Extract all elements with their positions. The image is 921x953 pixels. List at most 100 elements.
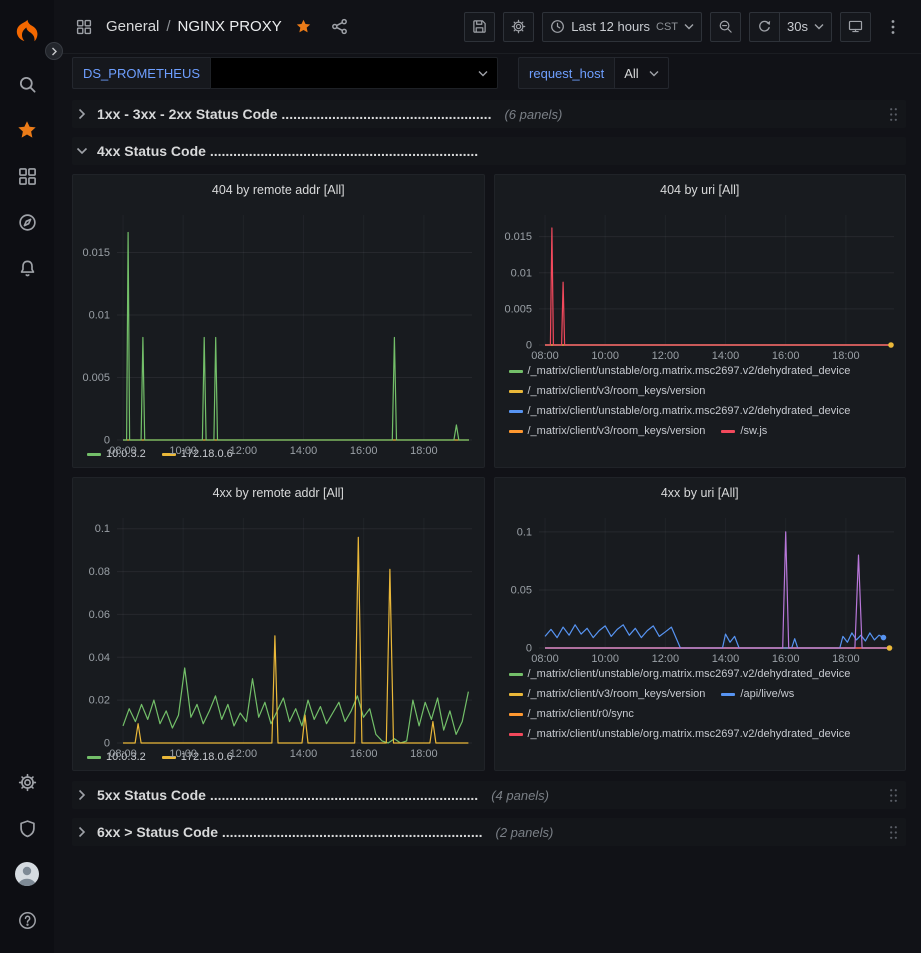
search-icon xyxy=(18,75,37,94)
row-4xx-status-code[interactable]: 4xx Status Code ........................… xyxy=(72,137,906,165)
variable-label-datasource: DS_PROMETHEUS xyxy=(72,57,210,89)
chevron-right-icon xyxy=(51,47,58,56)
navbar-actions: Last 12 hours CST 30s xyxy=(464,12,907,42)
share-dashboard-button[interactable] xyxy=(326,13,354,41)
legend-series-label: /_matrix/client/v3/room_keys/version xyxy=(528,688,706,700)
svg-text:18:00: 18:00 xyxy=(832,653,860,665)
svg-text:0.01: 0.01 xyxy=(510,267,531,279)
svg-text:10:00: 10:00 xyxy=(169,748,197,760)
legend-series-label: /_matrix/client/unstable/org.matrix.msc2… xyxy=(528,405,851,417)
legend-item[interactable]: /_matrix/client/r0/sync xyxy=(509,708,634,720)
sidebar-item-help[interactable] xyxy=(5,898,49,942)
timeseries-chart[interactable]: 08:0010:0012:0014:0016:0018:0000.0050.01… xyxy=(73,205,484,446)
panel-title: 4xx by uri [All] xyxy=(661,486,739,500)
grafana-flame-icon xyxy=(14,18,41,45)
legend-item[interactable]: /_matrix/client/unstable/org.matrix.msc2… xyxy=(509,668,851,680)
dashboard-settings-button[interactable] xyxy=(503,12,534,42)
breadcrumb-folder[interactable]: General xyxy=(106,18,159,35)
panel-title-bar[interactable]: 404 by uri [All] xyxy=(495,175,906,205)
svg-text:18:00: 18:00 xyxy=(832,350,860,362)
row-1xx-3xx-2xx-status-code[interactable]: 1xx - 3xx - 2xx Status Code ............… xyxy=(72,100,906,128)
legend-series-swatch xyxy=(509,693,523,696)
sidebar-item-explore[interactable] xyxy=(5,200,49,244)
svg-text:10:00: 10:00 xyxy=(591,350,619,362)
favorite-star-button[interactable] xyxy=(290,13,318,41)
row-5xx-status-code[interactable]: 5xx Status Code ........................… xyxy=(72,781,906,809)
timeseries-chart[interactable]: 08:0010:0012:0014:0016:0018:0000.050.1 xyxy=(495,508,906,666)
row-title: 1xx - 3xx - 2xx Status Code ............… xyxy=(97,106,491,122)
sidebar-item-dashboards[interactable] xyxy=(5,154,49,198)
variables-bar: DS_PROMETHEUS request_host All xyxy=(54,54,921,94)
legend-series-label: /_matrix/client/unstable/org.matrix.msc2… xyxy=(528,668,851,680)
legend-series-swatch xyxy=(509,673,523,676)
timezone-label: CST xyxy=(656,21,678,33)
sidebar-item-search[interactable] xyxy=(5,62,49,106)
sidebar-item-configuration[interactable] xyxy=(5,760,49,804)
legend-series-label: /_matrix/client/r0/sync xyxy=(528,708,634,720)
gear-icon xyxy=(18,773,37,792)
timeseries-chart[interactable]: 08:0010:0012:0014:0016:0018:0000.020.040… xyxy=(73,508,484,749)
legend-item[interactable]: /_matrix/client/unstable/org.matrix.msc2… xyxy=(509,405,851,417)
legend-item[interactable]: /sw.js xyxy=(721,425,767,437)
legend-item[interactable]: /_matrix/client/v3/room_keys/version xyxy=(509,425,706,437)
svg-text:12:00: 12:00 xyxy=(230,445,258,457)
refresh-interval-dropdown[interactable]: 30s xyxy=(779,12,832,42)
request-host-variable: request_host All xyxy=(518,57,669,89)
legend-series-label: /_matrix/client/unstable/org.matrix.msc2… xyxy=(528,365,851,377)
kebab-menu-button[interactable] xyxy=(879,13,907,41)
sidebar-item-profile[interactable] xyxy=(5,852,49,896)
panel-title-bar[interactable]: 4xx by remote addr [All] xyxy=(73,478,484,508)
breadcrumb: General / NGINX PROXY xyxy=(106,18,282,35)
panel-title-bar[interactable]: 4xx by uri [All] xyxy=(495,478,906,508)
cycle-view-mode-button[interactable] xyxy=(840,12,871,42)
zoom-out-button[interactable] xyxy=(710,12,741,42)
request-host-picker[interactable]: All xyxy=(614,57,668,89)
grafana-logo[interactable] xyxy=(5,9,49,53)
chevron-down-icon xyxy=(478,70,488,77)
svg-text:0.01: 0.01 xyxy=(89,310,110,322)
svg-text:0: 0 xyxy=(104,435,110,447)
panel-title-bar[interactable]: 404 by remote addr [All] xyxy=(73,175,484,205)
gear-icon xyxy=(511,19,526,34)
grafana-app: General / NGINX PROXY Last 12 hours xyxy=(0,0,921,953)
row-6xx-status-code[interactable]: 6xx > Status Code ......................… xyxy=(72,818,906,846)
panel-legend: /_matrix/client/unstable/org.matrix.msc2… xyxy=(495,363,906,467)
sidebar-item-alerting[interactable] xyxy=(5,246,49,290)
star-filled-icon xyxy=(295,18,312,35)
breadcrumb-separator: / xyxy=(166,18,170,35)
svg-text:12:00: 12:00 xyxy=(230,748,258,760)
timeseries-chart[interactable]: 08:0010:0012:0014:0016:0018:0000.0050.01… xyxy=(495,205,906,363)
clock-icon xyxy=(550,19,565,34)
legend-item[interactable]: /_matrix/client/v3/room_keys/version xyxy=(509,385,706,397)
svg-text:12:00: 12:00 xyxy=(651,653,679,665)
datasource-variable: DS_PROMETHEUS xyxy=(72,57,498,89)
svg-text:08:00: 08:00 xyxy=(531,653,559,665)
sidebar-item-starred[interactable] xyxy=(5,108,49,152)
legend-item[interactable]: /_matrix/client/unstable/org.matrix.msc2… xyxy=(509,728,851,740)
row-drag-handle-icon[interactable] xyxy=(887,825,900,840)
refresh-interval-value: 30s xyxy=(787,19,808,34)
sidebar-item-server-admin[interactable] xyxy=(5,806,49,850)
legend-series-swatch xyxy=(721,693,735,696)
svg-text:0.1: 0.1 xyxy=(516,526,531,538)
svg-text:16:00: 16:00 xyxy=(350,445,378,457)
refresh-button[interactable] xyxy=(749,12,779,42)
svg-text:16:00: 16:00 xyxy=(350,748,378,760)
svg-text:10:00: 10:00 xyxy=(591,653,619,665)
save-dashboard-button[interactable] xyxy=(464,12,495,42)
datasource-picker[interactable] xyxy=(210,57,498,89)
time-range-picker[interactable]: Last 12 hours CST xyxy=(542,12,702,42)
panel-404-by-remote-addr: 404 by remote addr [All] 08:0010:0012:00… xyxy=(72,174,485,468)
svg-text:0.005: 0.005 xyxy=(504,303,532,315)
legend-series-label: /_matrix/client/v3/room_keys/version xyxy=(528,425,706,437)
row-drag-handle-icon[interactable] xyxy=(887,107,900,122)
sidebar-expand-button[interactable] xyxy=(45,42,63,60)
legend-item[interactable]: /_matrix/client/unstable/org.matrix.msc2… xyxy=(509,365,851,377)
apps-grid-icon xyxy=(70,13,98,41)
legend-item[interactable]: /api/live/ws xyxy=(721,688,794,700)
legend-item[interactable]: /_matrix/client/v3/room_keys/version xyxy=(509,688,706,700)
row-drag-handle-icon[interactable] xyxy=(887,788,900,803)
svg-text:16:00: 16:00 xyxy=(771,350,799,362)
chevron-down-icon xyxy=(814,23,824,30)
time-range-label: Last 12 hours xyxy=(571,19,650,34)
